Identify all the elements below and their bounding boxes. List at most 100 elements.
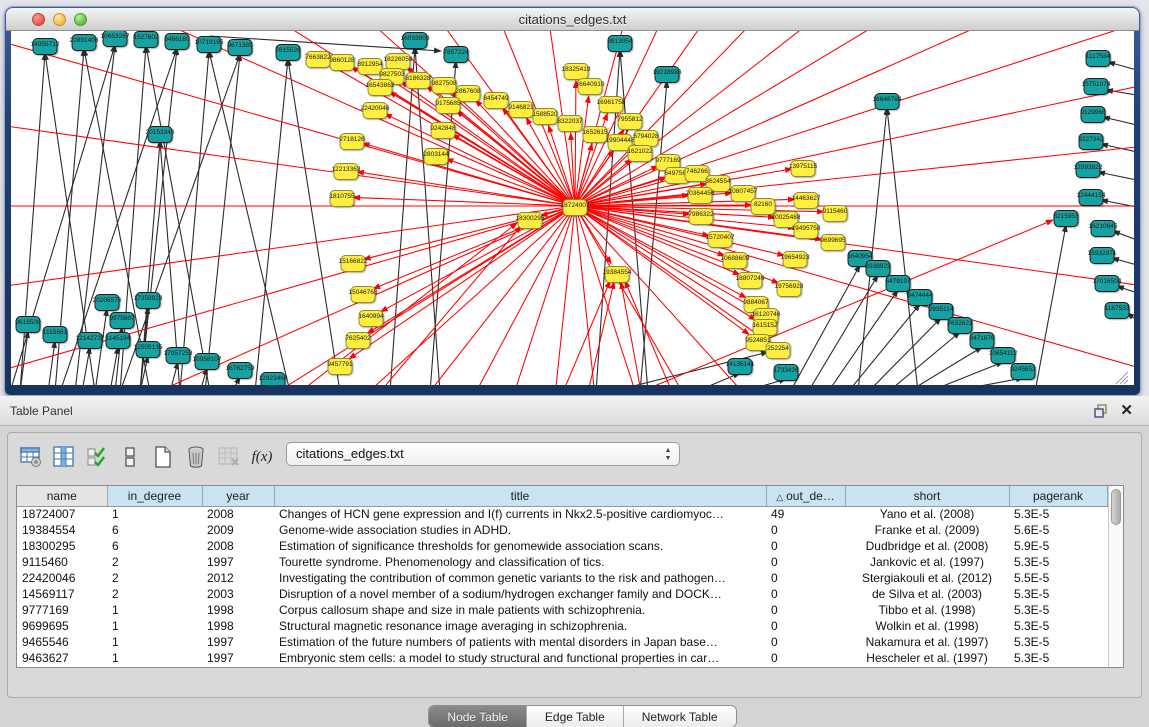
cell-pagerank[interactable]: 5.3E-5	[1009, 650, 1107, 666]
cell-pagerank[interactable]: 5.6E-5	[1009, 522, 1107, 538]
cell-name[interactable]: 14569117	[17, 586, 107, 602]
cell-year[interactable]: 1998	[202, 602, 274, 618]
column-header-name[interactable]: name	[17, 486, 107, 506]
column-header-indegree[interactable]: in_degree	[107, 486, 202, 506]
table-scrollbar[interactable]	[1108, 486, 1123, 667]
column-header-year[interactable]: year	[202, 486, 274, 506]
table-settings-icon[interactable]	[16, 443, 46, 471]
float-panel-icon[interactable]	[1093, 403, 1109, 419]
column-header-pagerank[interactable]: pagerank	[1009, 486, 1107, 506]
cell-outde[interactable]: 0	[766, 522, 845, 538]
table-row[interactable]: 1872400712008Changes of HCN gene express…	[17, 506, 1107, 522]
cell-year[interactable]: 1997	[202, 634, 274, 650]
cell-year[interactable]: 1997	[202, 554, 274, 570]
cell-short[interactable]: Wolkin et al. (1998)	[845, 618, 1009, 634]
cell-title[interactable]: Structural magnetic resonance image aver…	[274, 618, 766, 634]
cell-title[interactable]: Genome-wide association studies in ADHD.	[274, 522, 766, 538]
cell-name[interactable]: 19384554	[17, 522, 107, 538]
column-header-title[interactable]: title	[274, 486, 766, 506]
table-row[interactable]: 969969511998Structural magnetic resonanc…	[17, 618, 1107, 634]
cell-short[interactable]: Tibbo et al. (1998)	[845, 602, 1009, 618]
cell-indegree[interactable]: 1	[107, 650, 202, 666]
cell-year[interactable]: 2009	[202, 522, 274, 538]
tab-network-table[interactable]: Network Table	[624, 706, 736, 727]
cell-short[interactable]: Nakamura et al. (1997)	[845, 634, 1009, 650]
delete-table-icon[interactable]	[214, 443, 244, 471]
cell-year[interactable]: 2012	[202, 570, 274, 586]
cell-year[interactable]: 1998	[202, 618, 274, 634]
cell-title[interactable]: Investigating the contribution of common…	[274, 570, 766, 586]
resize-grip[interactable]	[1116, 372, 1128, 384]
cell-pagerank[interactable]: 5.3E-5	[1009, 618, 1107, 634]
function-builder-icon[interactable]: f(x)	[247, 443, 277, 471]
cell-name[interactable]: 9463627	[17, 650, 107, 666]
table-row[interactable]: 1456911722003Disruption of a novel membe…	[17, 586, 1107, 602]
select-rows-icon[interactable]	[82, 443, 112, 471]
column-header-outde[interactable]: △out_de…	[766, 486, 845, 506]
cell-short[interactable]: Stergiakouli et al. (2012)	[845, 570, 1009, 586]
table-row[interactable]: 1830029562008Estimation of significance …	[17, 538, 1107, 554]
cell-pagerank[interactable]: 5.3E-5	[1009, 602, 1107, 618]
cell-title[interactable]: Corpus callosum shape and size in male p…	[274, 602, 766, 618]
cell-outde[interactable]: 49	[766, 506, 845, 522]
cell-short[interactable]: Yano et al. (2008)	[845, 506, 1009, 522]
cell-indegree[interactable]: 1	[107, 602, 202, 618]
tab-node-table[interactable]: Node Table	[429, 706, 527, 727]
cell-indegree[interactable]: 2	[107, 586, 202, 602]
cell-outde[interactable]: 0	[766, 634, 845, 650]
cell-outde[interactable]: 0	[766, 586, 845, 602]
merge-rows-icon[interactable]	[115, 443, 145, 471]
column-header-short[interactable]: short	[845, 486, 1009, 506]
cell-indegree[interactable]: 2	[107, 570, 202, 586]
cell-indegree[interactable]: 1	[107, 618, 202, 634]
table-row[interactable]: 977716911998Corpus callosum shape and si…	[17, 602, 1107, 618]
cell-short[interactable]: Dudbridge et al. (2008)	[845, 538, 1009, 554]
cell-outde[interactable]: 0	[766, 570, 845, 586]
cell-name[interactable]: 22420046	[17, 570, 107, 586]
table-row[interactable]: 2242004622012Investigating the contribut…	[17, 570, 1107, 586]
cell-name[interactable]: 9777169	[17, 602, 107, 618]
cell-outde[interactable]: 0	[766, 618, 845, 634]
cell-pagerank[interactable]: 5.3E-5	[1009, 586, 1107, 602]
cell-name[interactable]: 9115460	[17, 554, 107, 570]
tab-edge-table[interactable]: Edge Table	[527, 706, 624, 727]
close-panel-icon[interactable]: ✕	[1120, 401, 1133, 419]
cell-outde[interactable]: 0	[766, 602, 845, 618]
cell-indegree[interactable]: 1	[107, 506, 202, 522]
cell-outde[interactable]: 0	[766, 650, 845, 666]
cell-indegree[interactable]: 1	[107, 634, 202, 650]
cell-name[interactable]: 9699695	[17, 618, 107, 634]
cell-title[interactable]: Tourette syndrome. Phenomenology and cla…	[274, 554, 766, 570]
table-row[interactable]: 911546021997Tourette syndrome. Phenomeno…	[17, 554, 1107, 570]
cell-outde[interactable]: 0	[766, 538, 845, 554]
cell-pagerank[interactable]: 5.3E-5	[1009, 554, 1107, 570]
cell-pagerank[interactable]: 5.3E-5	[1009, 634, 1107, 650]
cell-title[interactable]: Estimation of significance thresholds fo…	[274, 538, 766, 554]
table-scrollbar-thumb[interactable]	[1111, 489, 1121, 525]
table-row[interactable]: 1938455462009Genome-wide association stu…	[17, 522, 1107, 538]
cell-short[interactable]: Jankovic et al. (1997)	[845, 554, 1009, 570]
cell-short[interactable]: Franke et al. (2009)	[845, 522, 1009, 538]
new-table-icon[interactable]	[148, 443, 178, 471]
cell-short[interactable]: de Silva et al. (2003)	[845, 586, 1009, 602]
cell-name[interactable]: 18724007	[17, 506, 107, 522]
cell-indegree[interactable]: 2	[107, 554, 202, 570]
cell-name[interactable]: 9465546	[17, 634, 107, 650]
cell-year[interactable]: 2008	[202, 506, 274, 522]
table-row[interactable]: 946554611997Estimation of the future num…	[17, 634, 1107, 650]
cell-year[interactable]: 2008	[202, 538, 274, 554]
cell-year[interactable]: 1997	[202, 650, 274, 666]
cell-title[interactable]: Changes of HCN gene expression and I(f) …	[274, 506, 766, 522]
network-window-titlebar[interactable]: citations_edges.txt	[6, 8, 1139, 31]
table-selector-dropdown[interactable]: citations_edges.txt ▲▼	[286, 442, 680, 466]
cell-title[interactable]: Disruption of a novel member of a sodium…	[274, 586, 766, 602]
cell-pagerank[interactable]: 5.5E-5	[1009, 570, 1107, 586]
cell-year[interactable]: 2003	[202, 586, 274, 602]
cell-title[interactable]: Estimation of the future numbers of pati…	[274, 634, 766, 650]
table-row[interactable]: 946362711997Embryonic stem cells: a mode…	[17, 650, 1107, 666]
column-settings-icon[interactable]	[49, 443, 79, 471]
network-canvas[interactable]: 1872400718300295193845541405571220891406…	[11, 31, 1134, 385]
cell-outde[interactable]: 0	[766, 554, 845, 570]
cell-short[interactable]: Hescheler et al. (1997)	[845, 650, 1009, 666]
cell-pagerank[interactable]: 5.9E-5	[1009, 538, 1107, 554]
